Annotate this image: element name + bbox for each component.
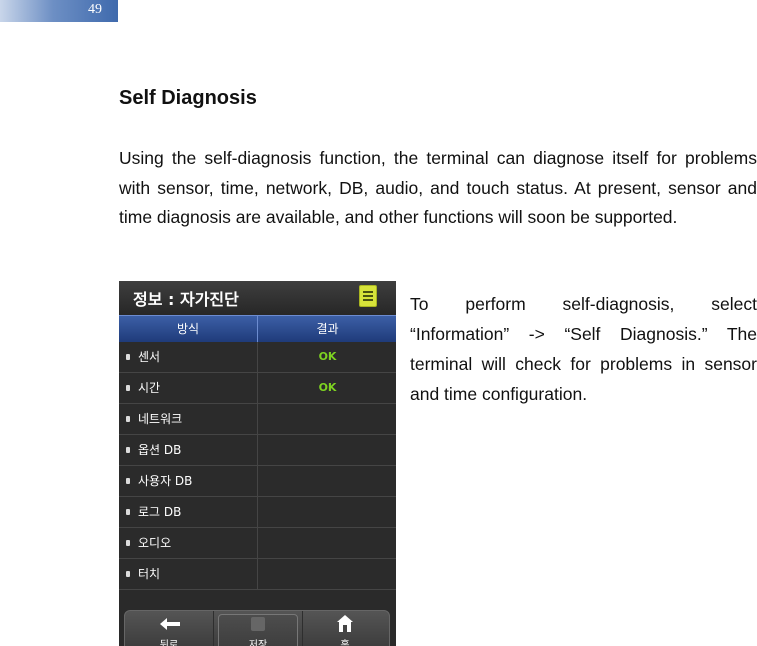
bottom-toolbar: 뒤로 저장 홈 <box>124 610 390 646</box>
home-label: 홈 <box>340 640 350 646</box>
list-item[interactable]: 옵션 DB <box>119 435 396 466</box>
bullet-icon <box>126 385 130 391</box>
column-method: 방식 <box>176 322 200 336</box>
item-result: OK <box>257 373 396 403</box>
back-button[interactable]: 뒤로 <box>125 611 213 646</box>
list-item[interactable]: 터치 <box>119 559 396 590</box>
bullet-icon <box>126 571 130 577</box>
bullet-icon <box>126 447 130 453</box>
diagnosis-list: 센서 OK 시간 OK 네트워크 옵션 DB 사용자 DB 로그 DB 오디오 터치 <box>119 342 396 590</box>
section-heading: Self Diagnosis <box>119 87 257 109</box>
item-result <box>257 466 396 496</box>
home-icon <box>337 615 353 632</box>
list-item[interactable]: 네트워크 <box>119 404 396 435</box>
list-item[interactable]: 로그 DB <box>119 497 396 528</box>
back-arrow-icon <box>160 618 180 630</box>
item-result <box>257 497 396 527</box>
item-label: 오디오 <box>138 536 172 550</box>
device-title: 정보 : 자가진단 <box>133 290 239 309</box>
list-item[interactable]: 센서 OK <box>119 342 396 373</box>
bullet-icon <box>126 416 130 422</box>
item-label: 터치 <box>138 567 161 581</box>
bullet-icon <box>126 540 130 546</box>
document-icon[interactable] <box>359 285 377 307</box>
column-result: 결과 <box>257 316 396 342</box>
page-number-tab: 49 <box>0 0 118 22</box>
device-title-bar: 정보 : 자가진단 <box>119 281 396 315</box>
table-header: 방식 결과 <box>119 315 396 342</box>
list-item[interactable]: 시간 OK <box>119 373 396 404</box>
save-icon <box>251 617 265 631</box>
back-label: 뒤로 <box>159 640 179 646</box>
item-label: 옵션 DB <box>138 443 182 457</box>
item-result <box>257 435 396 465</box>
device-screenshot: 정보 : 자가진단 방식 결과 센서 OK 시간 OK 네트워크 옵션 DB 사용자… <box>119 281 396 646</box>
item-label: 네트워크 <box>138 412 183 426</box>
item-result <box>257 559 396 589</box>
intro-paragraph: Using the self-diagnosis function, the t… <box>119 148 757 227</box>
item-label: 시간 <box>138 381 161 395</box>
list-item[interactable]: 사용자 DB <box>119 466 396 497</box>
bullet-icon <box>126 354 130 360</box>
home-button[interactable]: 홈 <box>301 611 389 646</box>
page-number: 49 <box>88 2 102 17</box>
item-result: OK <box>257 342 396 372</box>
save-label: 저장 <box>248 640 268 646</box>
item-result <box>257 404 396 434</box>
item-label: 센서 <box>138 350 161 364</box>
item-label: 로그 DB <box>138 505 182 519</box>
item-label: 사용자 DB <box>138 474 193 488</box>
bullet-icon <box>126 509 130 515</box>
save-button[interactable]: 저장 <box>213 611 303 646</box>
item-result <box>257 528 396 558</box>
instruction-paragraph: To perform self-diagnosis, select “Infor… <box>410 294 757 404</box>
list-item[interactable]: 오디오 <box>119 528 396 559</box>
bullet-icon <box>126 478 130 484</box>
